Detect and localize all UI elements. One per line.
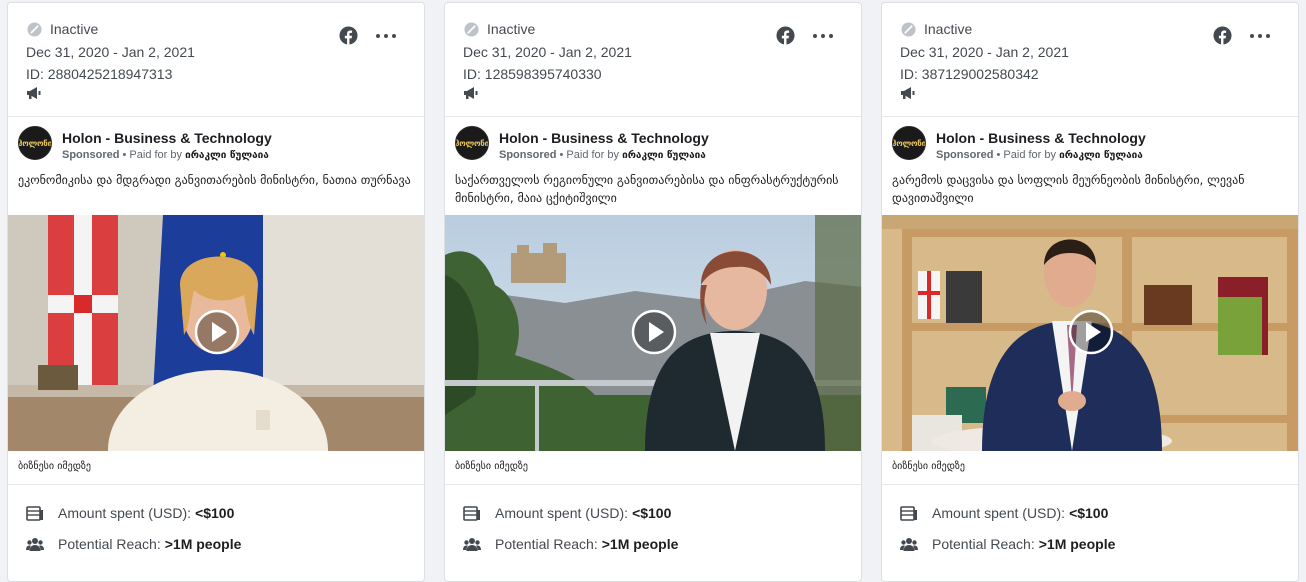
sponsored-line: Sponsored • Paid for by ირაკლი წულაია (936, 149, 1143, 161)
sponsored-line: Sponsored • Paid for by ირაკლი წულაია (62, 149, 269, 161)
avatar-logo-text: ჰოლონი (18, 138, 52, 148)
video-caption: ბიზნესი იმედზე (455, 461, 528, 472)
more-options-icon[interactable] (813, 29, 833, 43)
megaphone-icon (27, 87, 41, 99)
amount-spent-row: Amount spent (USD): <$100 (26, 504, 234, 522)
amount-spent-value: <$100 (632, 505, 672, 521)
avatar[interactable]: ჰოლონი (892, 126, 926, 160)
date-range: Dec 31, 2020 - Jan 2, 2021 (900, 44, 1069, 60)
play-icon[interactable] (1068, 309, 1114, 355)
avatar[interactable]: ჰოლონი (18, 126, 52, 160)
date-range: Dec 31, 2020 - Jan 2, 2021 (463, 44, 632, 60)
amount-spent-value: <$100 (1069, 505, 1109, 521)
megaphone-icon (901, 87, 915, 99)
ad-body-text: საქართველოს რეგიონული განვითარებისა და ი… (455, 173, 839, 205)
sponsored-label: Sponsored (499, 149, 557, 161)
divider (8, 484, 424, 485)
potential-reach-row: Potential Reach: >1M people (463, 535, 678, 553)
facebook-icon[interactable] (776, 26, 795, 45)
status-label: Inactive (924, 21, 973, 37)
inactive-icon (901, 21, 916, 37)
more-options-icon[interactable] (376, 29, 396, 43)
video-caption: ბიზნესი იმედზე (18, 461, 91, 472)
money-stack-icon (900, 506, 917, 521)
amount-spent-value: <$100 (195, 505, 235, 521)
status-row: Inactive (27, 21, 98, 37)
amount-spent-label: Amount spent (USD): (58, 505, 192, 521)
people-icon (26, 538, 44, 551)
money-stack-icon (26, 506, 43, 521)
paid-for-by-label: • Paid for by (119, 149, 186, 161)
avatar-logo-text: ჰოლონი (455, 138, 489, 148)
ad-card: Inactive Dec 31, 2020 - Jan 2, 2021 ID: … (881, 2, 1299, 582)
potential-reach-row: Potential Reach: >1M people (26, 535, 241, 553)
inactive-icon (27, 21, 42, 37)
divider (882, 116, 1298, 117)
potential-reach-label: Potential Reach: (932, 536, 1035, 552)
paid-for-by-label: • Paid for by (993, 149, 1060, 161)
payer-name: ირაკლი წულაია (622, 150, 706, 161)
potential-reach-value: >1M people (601, 536, 679, 552)
amount-spent-label: Amount spent (USD): (495, 505, 629, 521)
page-name-link[interactable]: Holon - Business & Technology (499, 130, 709, 146)
sponsored-label: Sponsored (936, 149, 994, 161)
ad-id: ID: 128598395740330 (463, 66, 602, 82)
megaphone-icon (464, 87, 478, 99)
paid-for-by-label: • Paid for by (556, 149, 623, 161)
date-range: Dec 31, 2020 - Jan 2, 2021 (26, 44, 195, 60)
more-options-icon[interactable] (1250, 29, 1270, 43)
divider (882, 484, 1298, 485)
avatar-logo-text: ჰოლონი (892, 138, 926, 148)
status-label: Inactive (487, 21, 536, 37)
money-stack-icon (463, 506, 480, 521)
facebook-icon[interactable] (1213, 26, 1232, 45)
ad-id: ID: 387129002580342 (900, 66, 1039, 82)
people-icon (900, 538, 918, 551)
ad-body-text: გარემოს დაცვისა და სოფლის მეურნეობის მინ… (892, 173, 1245, 205)
page-name-link[interactable]: Holon - Business & Technology (62, 130, 272, 146)
video-caption: ბიზნესი იმედზე (892, 461, 965, 472)
divider (8, 116, 424, 117)
payer-name: ირაკლი წულაია (185, 150, 269, 161)
sponsored-label: Sponsored (62, 149, 120, 161)
ad-card: Inactive Dec 31, 2020 - Jan 2, 2021 ID: … (444, 2, 862, 582)
status-row: Inactive (901, 21, 972, 37)
sponsored-line: Sponsored • Paid for by ირაკლი წულაია (499, 149, 706, 161)
amount-spent-row: Amount spent (USD): <$100 (463, 504, 671, 522)
potential-reach-label: Potential Reach: (495, 536, 598, 552)
ad-card: Inactive Dec 31, 2020 - Jan 2, 2021 ID: … (7, 2, 425, 582)
amount-spent-row: Amount spent (USD): <$100 (900, 504, 1108, 522)
potential-reach-value: >1M people (164, 536, 242, 552)
divider (445, 116, 861, 117)
play-icon[interactable] (194, 309, 240, 355)
potential-reach-row: Potential Reach: >1M people (900, 535, 1115, 553)
ad-body-text: ეკონომიკისა და მდგრადი განვითარების მინი… (18, 173, 411, 187)
inactive-icon (464, 21, 479, 37)
play-icon[interactable] (631, 309, 677, 355)
divider (445, 484, 861, 485)
facebook-icon[interactable] (339, 26, 358, 45)
status-row: Inactive (464, 21, 535, 37)
potential-reach-label: Potential Reach: (58, 536, 161, 552)
payer-name: ირაკლი წულაია (1059, 150, 1143, 161)
amount-spent-label: Amount spent (USD): (932, 505, 1066, 521)
potential-reach-value: >1M people (1038, 536, 1116, 552)
avatar[interactable]: ჰოლონი (455, 126, 489, 160)
people-icon (463, 538, 481, 551)
page-name-link[interactable]: Holon - Business & Technology (936, 130, 1146, 146)
status-label: Inactive (50, 21, 99, 37)
ad-id: ID: 2880425218947313 (26, 66, 173, 82)
